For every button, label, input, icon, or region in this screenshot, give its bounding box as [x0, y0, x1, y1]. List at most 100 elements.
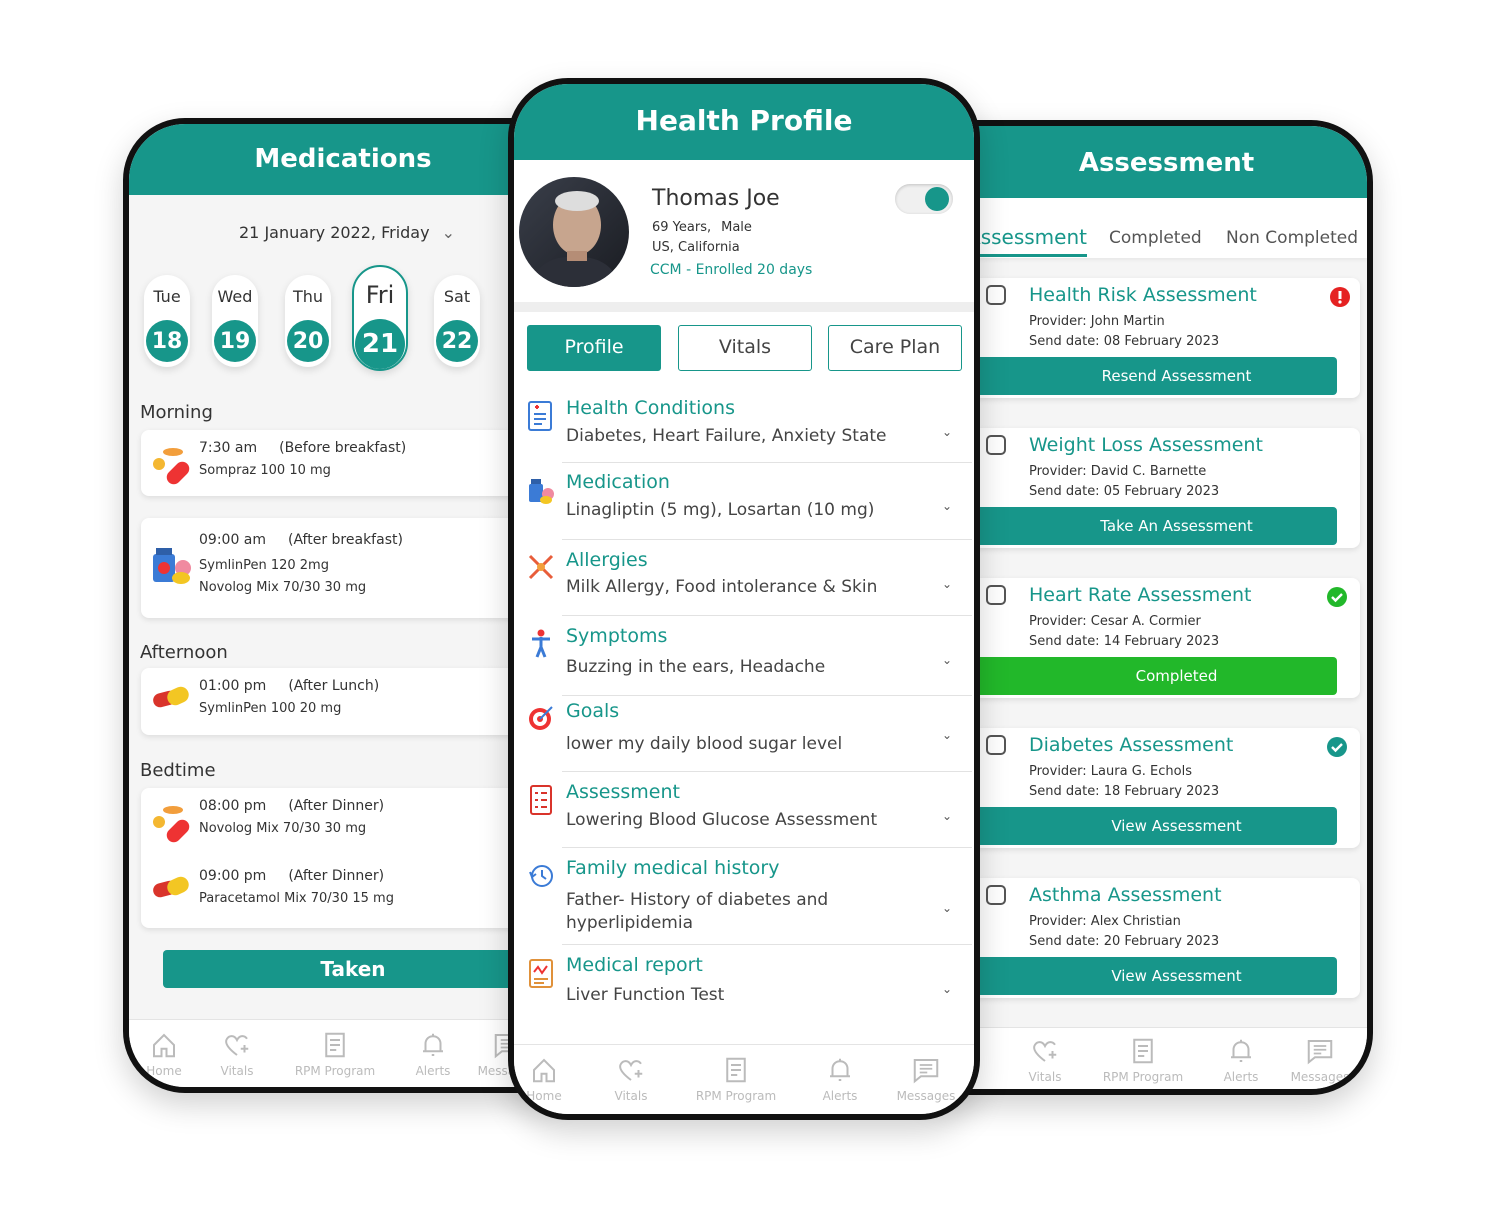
nav-vitals[interactable]: Vitals [1000, 1036, 1090, 1084]
divider [562, 539, 972, 540]
profile-item-health-conditions[interactable]: Health Conditions Diabetes, Heart Failur… [514, 397, 974, 453]
profile-item-symptoms[interactable]: Symptoms Buzzing in the ears, Headache ⌄ [514, 625, 974, 681]
chevron-down-icon[interactable]: ⌄ [942, 425, 952, 439]
nav-rpm-program[interactable]: RPM Program [1098, 1036, 1188, 1084]
divider [562, 847, 972, 848]
item-title: Medication [566, 471, 670, 493]
nav-alerts[interactable]: Alerts [795, 1055, 885, 1103]
medication-detail: Novolog Mix 70/30 30 mg [199, 580, 367, 595]
date-selector[interactable]: 21 January 2022, Friday ⌄ [239, 223, 455, 242]
nav-home[interactable]: Home [514, 1055, 589, 1103]
tab-care-plan[interactable]: Care Plan [828, 325, 962, 371]
capsule-icon [151, 684, 193, 718]
pills-icon [151, 446, 193, 490]
item-value: lower my daily blood sugar level [566, 734, 843, 754]
nav-label: Alerts [822, 1089, 858, 1103]
day-number: 21 [355, 319, 405, 369]
assessment-provider: Provider: Laura G. Echols [1029, 764, 1192, 779]
tab-completed[interactable]: Completed [1109, 228, 1202, 248]
nav-vitals[interactable]: Vitals [586, 1055, 676, 1103]
allergy-icon [526, 552, 556, 588]
item-title: Goals [566, 700, 620, 722]
profile-item-family-medical-history[interactable]: Family medical history Father- History o… [514, 857, 974, 933]
profile-toggle[interactable] [895, 184, 953, 214]
day-tue[interactable]: Tue 18 [144, 275, 190, 367]
enrollment-status: CCM - Enrolled 20 days [650, 262, 813, 278]
report-icon [526, 957, 556, 993]
nav-rpm-program[interactable]: RPM Program [691, 1055, 781, 1103]
medication-card[interactable]: 7:30 am (Before breakfast) Sompraz 100 10 … [141, 430, 561, 496]
assessment-action-button[interactable]: Resend Assessment [926, 357, 1337, 395]
assessment-provider: Provider: Cesar A. Cormier [1029, 614, 1201, 629]
profile-item-medical-report[interactable]: Medical report Liver Function Test ⌄ [514, 954, 974, 1010]
assessment-provider: Provider: Alex Christian [1029, 914, 1181, 929]
nav-label: Messages [1290, 1070, 1350, 1084]
nav-label: RPM Program [1102, 1070, 1184, 1084]
divider [562, 695, 972, 696]
page-title: Medications [254, 144, 432, 174]
day-name: Fri [365, 281, 395, 309]
nav-alerts[interactable]: Alerts [1196, 1036, 1286, 1084]
document-list-icon [691, 1055, 781, 1085]
assessment-send-date: Send date: 20 February 2023 [1029, 934, 1220, 949]
assessment-title: Health Risk Assessment [1029, 284, 1257, 306]
assessment-card: Health Risk Assessment Provider: John Ma… [926, 278, 1360, 398]
day-sat[interactable]: Sat 22 [434, 275, 480, 367]
day-fri[interactable]: Fri 21 [352, 265, 408, 371]
nav-rpm-program[interactable]: RPM Program [290, 1030, 380, 1078]
profile-item-allergies[interactable]: Allergies Milk Allergy, Food intolerance… [514, 549, 974, 605]
profile-item-goals[interactable]: Goals lower my daily blood sugar level ⌄ [514, 700, 974, 756]
medication-card[interactable]: 08:00 pm (After Dinner) Novolog Mix 70/30 … [141, 788, 561, 928]
taken-button[interactable]: Taken [163, 950, 543, 988]
profile-item-medication[interactable]: Medication Linagliptin (5 mg), Losartan … [514, 471, 974, 527]
heart-plus-icon [192, 1030, 282, 1060]
profile-item-assessment[interactable]: Assessment Lowering Blood Glucose Assess… [514, 781, 974, 837]
medication-detail: SymlinPen 120 2mg [199, 558, 329, 573]
chevron-down-icon[interactable]: ⌄ [942, 653, 952, 667]
day-number: 20 [287, 320, 329, 362]
chevron-down-icon[interactable]: ⌄ [942, 901, 952, 915]
day-name: Thu [292, 287, 324, 306]
home-icon [514, 1055, 589, 1085]
assessment-send-date: Send date: 14 February 2023 [1029, 634, 1220, 649]
nav-label: Vitals [614, 1089, 648, 1103]
assessment-action-button[interactable]: View Assessment [926, 957, 1337, 995]
item-value: Lowering Blood Glucose Assessment [566, 810, 878, 830]
assessment-action-button[interactable]: Take An Assessment [926, 507, 1337, 545]
dose-timing: (After Lunch) [288, 678, 380, 694]
item-value: Linagliptin (5 mg), Losartan (10 mg) [566, 500, 875, 520]
chevron-down-icon[interactable]: ⌄ [942, 577, 952, 591]
assessment-action-button[interactable]: View Assessment [926, 807, 1337, 845]
nav-messages[interactable]: Messages [1275, 1036, 1365, 1084]
day-wed[interactable]: Wed 19 [212, 275, 258, 367]
nav-label: Vitals [1028, 1070, 1062, 1084]
dose-time: 09:00 am [199, 532, 267, 548]
item-value: Buzzing in the ears, Headache [566, 657, 826, 677]
tab-assessment[interactable]: Assessment [967, 225, 1087, 257]
medication-detail: Paracetamol Mix 70/30 15 mg [199, 891, 394, 906]
nav-vitals[interactable]: Vitals [192, 1030, 282, 1078]
tab-vitals[interactable]: Vitals [678, 325, 812, 371]
tab-profile[interactable]: Profile [527, 325, 661, 371]
chevron-down-icon: ⌄ [441, 223, 455, 242]
chevron-down-icon[interactable]: ⌄ [942, 499, 952, 513]
assessment-provider: Provider: John Martin [1029, 314, 1165, 329]
day-thu[interactable]: Thu 20 [285, 275, 331, 367]
patient-age: 69 Years, [652, 220, 712, 235]
assessment-action-button[interactable]: Completed [926, 657, 1337, 695]
dose-timing: (Before breakfast) [279, 440, 407, 456]
medication-card[interactable]: 01:00 pm (After Lunch) SymlinPen 100 20 mg [141, 668, 561, 735]
message-icon [1275, 1036, 1365, 1066]
assessment-card: Weight Loss Assessment Provider: David C… [926, 428, 1360, 548]
check-circle-icon [1326, 736, 1348, 762]
health-profile-header: Health Profile [514, 84, 974, 160]
medication-detail: SymlinPen 100 20 mg [199, 701, 342, 716]
chevron-down-icon[interactable]: ⌄ [942, 728, 952, 742]
nav-label: Alerts [415, 1064, 451, 1078]
chevron-down-icon[interactable]: ⌄ [942, 809, 952, 823]
patient-gender: Male [721, 220, 752, 235]
nav-messages[interactable]: Messages [881, 1055, 971, 1103]
tab-non-completed[interactable]: Non Completed [1226, 228, 1358, 248]
chevron-down-icon[interactable]: ⌄ [942, 982, 952, 996]
medication-card[interactable]: 09:00 am (After breakfast) SymlinPen 120 2… [141, 518, 561, 618]
